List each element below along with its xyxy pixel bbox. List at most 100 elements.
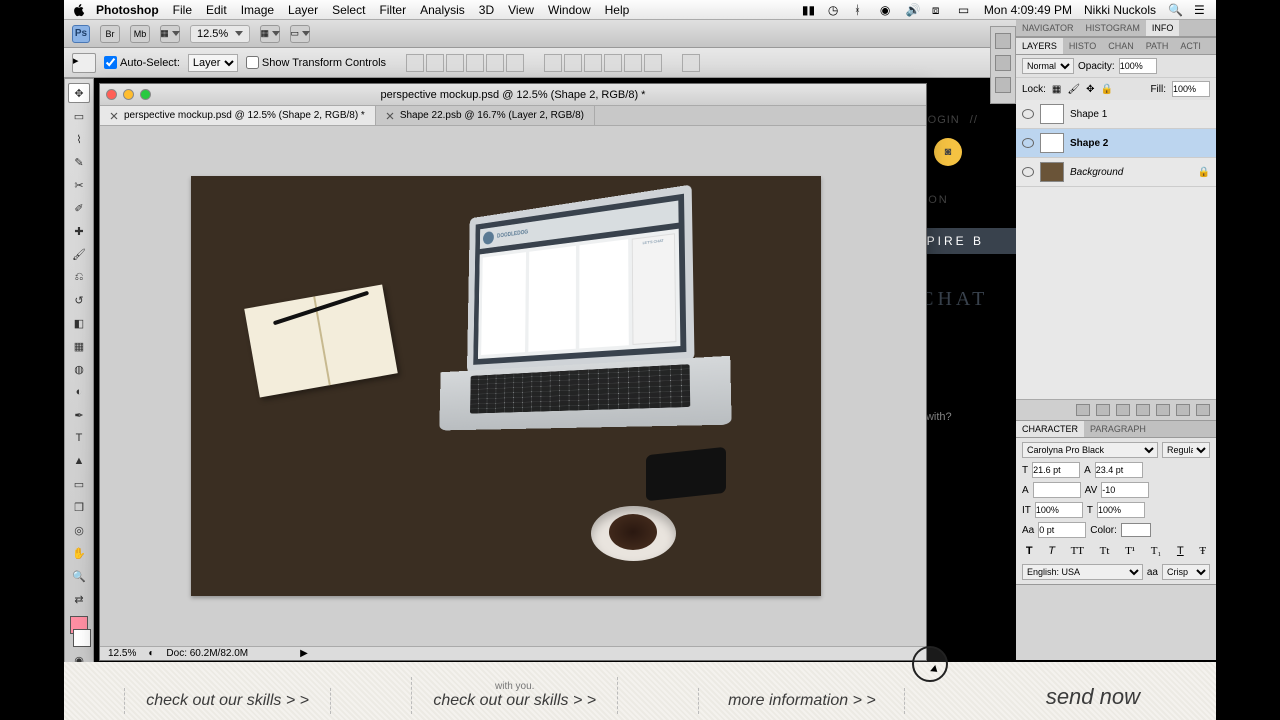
brush-tool[interactable]: 🖌 xyxy=(68,244,90,264)
eyedropper-tool[interactable]: ✐ xyxy=(68,198,90,218)
align-right-button[interactable] xyxy=(506,54,524,72)
background-color[interactable] xyxy=(73,629,91,647)
navigator-tab[interactable]: NAVIGATOR xyxy=(1016,20,1080,36)
channels-tab[interactable]: CHAN xyxy=(1102,38,1140,54)
canvas-area[interactable]: DOODLEDOGLET'S CHAT xyxy=(100,126,912,646)
layer-fx-icon[interactable] xyxy=(1096,404,1110,416)
text-color-swatch[interactable] xyxy=(1121,523,1151,537)
type-tool[interactable]: T xyxy=(68,428,90,448)
status-info-icon[interactable]: ◐ xyxy=(148,648,154,659)
photoshop-app-icon[interactable]: Ps xyxy=(72,25,90,43)
display-icon[interactable]: ▭ xyxy=(958,3,972,17)
antialias-select[interactable]: Crisp xyxy=(1162,564,1210,580)
screen-mode-button[interactable]: ▭ xyxy=(290,25,310,43)
align-bottom-button[interactable] xyxy=(446,54,464,72)
distribute-left-button[interactable] xyxy=(604,54,622,72)
notifications-icon[interactable]: ☰ xyxy=(1194,3,1208,17)
collapsed-panel-1[interactable] xyxy=(995,33,1011,49)
bridge-button[interactable]: Br xyxy=(100,25,120,43)
bluetooth-icon[interactable]: ᚼ xyxy=(854,3,868,17)
close-tab-icon[interactable] xyxy=(110,112,118,120)
minibridge-button[interactable]: Mb xyxy=(130,25,150,43)
history-tab[interactable]: HISTO xyxy=(1063,38,1102,54)
tracking-input[interactable] xyxy=(1101,482,1149,498)
blend-mode-select[interactable]: Normal xyxy=(1022,58,1074,74)
apple-logo-icon[interactable] xyxy=(72,3,86,17)
collapsed-panel-3[interactable] xyxy=(995,77,1011,93)
superscript-button[interactable]: T¹ xyxy=(1125,545,1135,557)
menu-edit[interactable]: Edit xyxy=(206,3,227,17)
histogram-tab[interactable]: HISTOGRAM xyxy=(1080,20,1146,36)
collapsed-panel-2[interactable] xyxy=(995,55,1011,71)
align-left-button[interactable] xyxy=(466,54,484,72)
app-name[interactable]: Photoshop xyxy=(96,3,159,17)
hand-tool[interactable]: ✋ xyxy=(68,543,90,563)
dodge-tool[interactable]: ◐ xyxy=(68,382,90,402)
distribute-vcenter-button[interactable] xyxy=(564,54,582,72)
distribute-top-button[interactable] xyxy=(544,54,562,72)
delete-layer-icon[interactable] xyxy=(1196,404,1210,416)
auto-align-button[interactable] xyxy=(682,54,700,72)
volume-icon[interactable]: 🔊 xyxy=(906,3,920,17)
menu-3d[interactable]: 3D xyxy=(479,3,494,17)
new-group-icon[interactable] xyxy=(1156,404,1170,416)
path-select-tool[interactable]: ▲ xyxy=(68,451,90,471)
dropbox-icon[interactable]: ⧈ xyxy=(932,3,946,17)
new-layer-icon[interactable] xyxy=(1176,404,1190,416)
web-skills-1[interactable]: check out our skills > > xyxy=(124,688,331,714)
hscale-input[interactable] xyxy=(1097,502,1145,518)
font-family-select[interactable]: Carolyna Pro Black xyxy=(1022,442,1158,458)
link-layers-icon[interactable] xyxy=(1076,404,1090,416)
window-zoom-button[interactable] xyxy=(140,89,151,100)
history-brush-tool[interactable]: ↺ xyxy=(68,290,90,310)
menu-window[interactable]: Window xyxy=(548,3,591,17)
window-minimize-button[interactable] xyxy=(123,89,134,100)
color-swap-icon[interactable]: ⇄ xyxy=(68,589,90,609)
kerning-input[interactable] xyxy=(1033,482,1081,498)
layer-mask-icon[interactable] xyxy=(1116,404,1130,416)
menu-image[interactable]: Image xyxy=(241,3,274,17)
3d-tool[interactable]: ❒ xyxy=(68,497,90,517)
paths-tab[interactable]: PATH xyxy=(1140,38,1175,54)
lock-transparency-icon[interactable]: ▦ xyxy=(1052,84,1061,95)
allcaps-button[interactable]: TT xyxy=(1071,545,1084,557)
bold-button[interactable]: T xyxy=(1026,545,1033,557)
wifi-icon[interactable]: ◉ xyxy=(880,3,894,17)
show-transform-checkbox[interactable]: Show Transform Controls xyxy=(246,56,386,69)
lock-all-icon[interactable]: 🔒 xyxy=(1100,84,1112,95)
status-play-icon[interactable]: ▶ xyxy=(300,648,308,659)
opacity-input[interactable] xyxy=(1119,58,1157,74)
vscale-input[interactable] xyxy=(1035,502,1083,518)
lasso-tool[interactable]: ⌇ xyxy=(68,129,90,149)
menu-analysis[interactable]: Analysis xyxy=(420,3,465,17)
canvas[interactable]: DOODLEDOGLET'S CHAT xyxy=(191,176,821,596)
menu-view[interactable]: View xyxy=(508,3,534,17)
status-zoom[interactable]: 12.5% xyxy=(108,648,136,659)
user-name[interactable]: Nikki Nuckols xyxy=(1084,3,1156,17)
visibility-toggle-icon[interactable] xyxy=(1022,167,1034,177)
strikethrough-button[interactable]: Ŧ xyxy=(1199,545,1206,557)
document-tab-2[interactable]: Shape 22.psb @ 16.7% (Layer 2, RGB/8) xyxy=(376,106,595,125)
close-tab-icon[interactable] xyxy=(386,112,394,120)
zoom-level-select[interactable]: 12.5% xyxy=(190,25,250,43)
actions-tab[interactable]: ACTI xyxy=(1174,38,1207,54)
align-vcenter-button[interactable] xyxy=(426,54,444,72)
layer-thumbnail[interactable] xyxy=(1040,104,1064,124)
arrange-documents-button[interactable]: ▦ xyxy=(260,25,280,43)
healing-brush-tool[interactable]: ✚ xyxy=(68,221,90,241)
web-skills-2[interactable]: check out our skills > > xyxy=(428,692,601,710)
blur-tool[interactable]: ◍ xyxy=(68,359,90,379)
info-tab[interactable]: INFO xyxy=(1146,20,1180,36)
lock-position-icon[interactable]: ✥ xyxy=(1086,84,1094,95)
font-style-select[interactable]: Regular xyxy=(1162,442,1210,458)
view-extras-button[interactable]: ▦ xyxy=(160,25,180,43)
lock-pixels-icon[interactable]: 🖌 xyxy=(1067,84,1080,95)
menu-filter[interactable]: Filter xyxy=(379,3,406,17)
fill-input[interactable] xyxy=(1172,81,1210,97)
font-size-input[interactable] xyxy=(1032,462,1080,478)
window-close-button[interactable] xyxy=(106,89,117,100)
language-select[interactable]: English: USA xyxy=(1022,564,1143,580)
gradient-tool[interactable]: ▦ xyxy=(68,336,90,356)
battery-icon[interactable]: ▮▮ xyxy=(802,3,816,17)
timemachine-icon[interactable]: ◷ xyxy=(828,3,842,17)
